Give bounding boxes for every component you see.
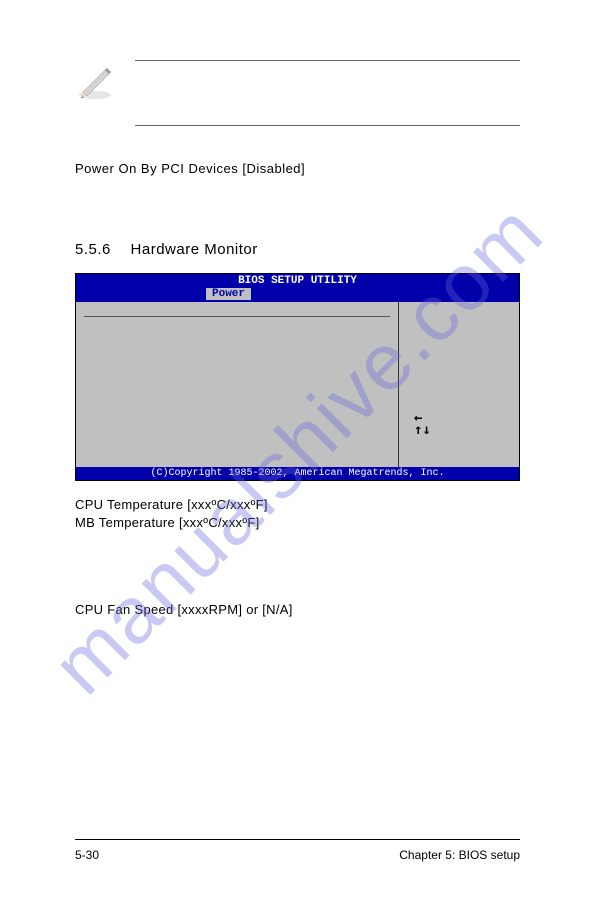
bios-screenshot: BIOS SETUP UTILITY Power ← ↑↓ (C)Copyrig… bbox=[75, 273, 520, 481]
cpu-fan-line: CPU Fan Speed [xxxxRPM] or [N/A] bbox=[75, 602, 520, 617]
pencil-icon bbox=[75, 60, 115, 100]
bios-copyright: (C)Copyright 1985-2002, American Megatre… bbox=[76, 467, 519, 480]
bios-tab-power: Power bbox=[206, 288, 251, 300]
bios-left-panel bbox=[76, 302, 399, 467]
setting-power-pci: Power On By PCI Devices [Disabled] bbox=[75, 161, 520, 176]
bios-right-panel: ← ↑↓ bbox=[399, 302, 519, 467]
setting-value: [Disabled] bbox=[242, 161, 305, 176]
note-lines bbox=[135, 60, 520, 126]
cpu-temp-line: CPU Temperature [xxxºC/xxxºF] bbox=[75, 496, 520, 514]
chapter-title: Chapter 5: BIOS setup bbox=[399, 848, 520, 862]
page-footer: 5-30 Chapter 5: BIOS setup bbox=[75, 839, 520, 862]
nav-arrows-icon: ← ↑↓ bbox=[414, 412, 431, 436]
setting-label: Power On By PCI Devices bbox=[75, 161, 238, 176]
bios-menu-bar: Power bbox=[76, 288, 519, 302]
bios-body: ← ↑↓ bbox=[76, 302, 519, 467]
section-number: 5.5.6 bbox=[75, 241, 111, 258]
note-block bbox=[75, 60, 520, 126]
page-content: Power On By PCI Devices [Disabled] 5.5.6… bbox=[0, 0, 595, 897]
section-title: Hardware Monitor bbox=[131, 241, 258, 258]
bios-title-bar: BIOS SETUP UTILITY bbox=[76, 274, 519, 288]
mb-temp-line: MB Temperature [xxxºC/xxxºF] bbox=[75, 514, 520, 532]
section-heading: 5.5.6 Hardware Monitor bbox=[75, 241, 520, 258]
page-number: 5-30 bbox=[75, 848, 99, 862]
